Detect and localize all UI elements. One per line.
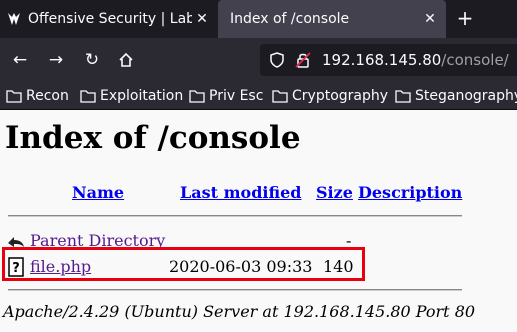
nav-bar: ← → ↻ 192.168.145.80/console/	[0, 38, 517, 82]
bookmark-exploitation[interactable]: Exploitation	[80, 86, 183, 106]
tab-title: Index of /console	[230, 11, 350, 27]
column-name-link[interactable]: Name	[72, 183, 124, 202]
folder-icon	[189, 89, 205, 103]
column-size-link[interactable]: Size	[316, 183, 353, 202]
bookmark-priv-esc[interactable]: Priv Esc	[189, 86, 263, 106]
close-icon[interactable]: ✕	[420, 11, 440, 27]
url-path: /console/	[441, 51, 509, 69]
back-button[interactable]: ←	[8, 48, 32, 72]
bookmarks-bar: Recon Exploitation Priv Esc Cryptography…	[0, 82, 517, 110]
tab-index-console[interactable]: Index of /console ✕	[218, 0, 446, 38]
close-icon[interactable]: ✕	[192, 11, 212, 27]
divider	[8, 289, 462, 291]
folder-icon	[395, 89, 411, 103]
bookmark-label: Priv Esc	[209, 88, 264, 104]
page-title: Index of /console	[5, 120, 301, 156]
offsec-logo-icon	[6, 11, 22, 27]
bookmark-label: Steganography	[415, 88, 517, 104]
bookmark-label: Exploitation	[100, 88, 184, 104]
column-description-link[interactable]: Description	[358, 183, 462, 202]
bookmark-label: Cryptography	[292, 88, 389, 104]
tab-bar: Offensive Security | Labs | ✕ Index of /…	[0, 0, 517, 38]
reload-button[interactable]: ↻	[80, 48, 104, 72]
highlight-box	[2, 247, 365, 281]
divider	[8, 215, 462, 217]
home-icon	[119, 52, 133, 67]
bookmark-label: Recon	[26, 88, 69, 104]
forward-button[interactable]: →	[44, 48, 68, 72]
column-last-modified-link[interactable]: Last modified	[180, 183, 301, 202]
new-tab-button[interactable]: +	[452, 6, 478, 32]
folder-icon	[80, 89, 96, 103]
tab-title: Offensive Security | Labs |	[28, 11, 192, 27]
home-button[interactable]	[114, 48, 138, 72]
url-host: 192.168.145.80	[322, 51, 442, 69]
bookmark-recon[interactable]: Recon	[6, 86, 69, 106]
tab-offensive-security[interactable]: Offensive Security | Labs | ✕	[0, 0, 218, 38]
bookmark-cryptography[interactable]: Cryptography	[272, 86, 388, 106]
url-bar[interactable]: 192.168.145.80/console/	[260, 44, 517, 76]
folder-icon	[272, 89, 288, 103]
folder-icon	[6, 89, 22, 103]
insecure-lock-icon[interactable]	[294, 51, 312, 69]
page-content: Index of /console Name Last modified Siz…	[0, 110, 517, 332]
shield-icon[interactable]	[268, 51, 286, 69]
bookmark-steganography[interactable]: Steganography	[395, 86, 517, 106]
server-signature: Apache/2.4.29 (Ubuntu) Server at 192.168…	[3, 302, 476, 321]
url-text[interactable]: 192.168.145.80/console/	[322, 51, 509, 69]
